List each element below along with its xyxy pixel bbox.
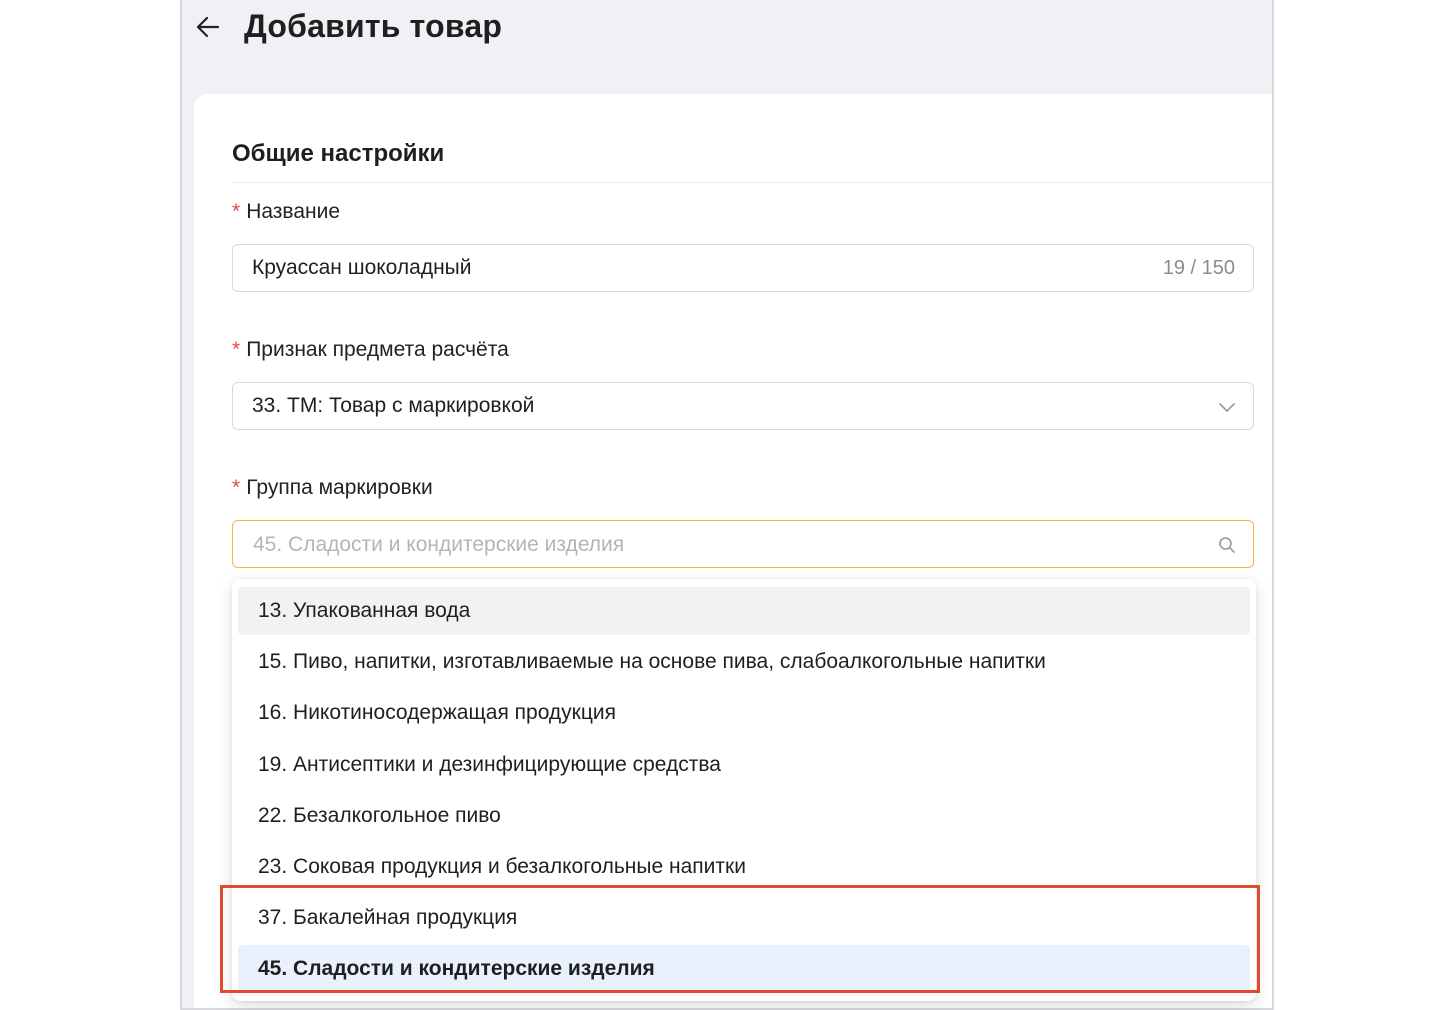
dropdown-option[interactable]: 19. Антисептики и дезинфицирующие средст… — [238, 741, 1250, 789]
name-value: Круассан шоколадный — [252, 256, 472, 279]
required-mark: * — [232, 200, 241, 223]
dropdown-option[interactable]: 37. Бакалейная продукция — [238, 894, 1250, 942]
marking-group-input[interactable] — [251, 529, 1195, 561]
dropdown-option[interactable]: 15. Пиво, напитки, изготавливаемые на ос… — [238, 638, 1250, 686]
chevron-down-icon[interactable] — [1217, 397, 1237, 417]
marking-group-label: * Группа маркировки — [232, 476, 433, 499]
arrow-left-icon[interactable] — [194, 13, 222, 41]
payment-subject-select[interactable]: 33. ТМ: Товар с маркировкой — [232, 382, 1254, 430]
name-input[interactable]: Круассан шоколадный 19 / 150 — [232, 244, 1254, 292]
marking-group-search[interactable] — [232, 520, 1254, 568]
section-title: Общие настройки — [232, 140, 445, 167]
page-title: Добавить товар — [244, 8, 503, 44]
search-icon — [1219, 537, 1235, 553]
dropdown-option[interactable]: 23. Соковая продукция и безалкогольные н… — [238, 843, 1250, 891]
required-mark: * — [232, 476, 241, 499]
dropdown-option[interactable]: 16. Никотиносодержащая продукция — [238, 689, 1250, 737]
section-divider — [232, 182, 1272, 183]
dropdown-option[interactable]: 13. Упакованная вода — [238, 587, 1250, 635]
char-counter: 19 / 150 — [1162, 257, 1235, 279]
marking-group-dropdown: 13. Упакованная вода 15. Пиво, напитки, … — [232, 579, 1256, 1001]
dropdown-option-selected[interactable]: 45. Сладости и кондитерские изделия — [238, 945, 1250, 993]
payment-subject-label: * Признак предмета расчёта — [232, 338, 509, 361]
payment-subject-value: 33. ТМ: Товар с маркировкой — [252, 394, 535, 417]
required-mark: * — [232, 338, 241, 361]
dropdown-option[interactable]: 22. Безалкогольное пиво — [238, 792, 1250, 840]
name-label: * Название — [232, 200, 341, 223]
